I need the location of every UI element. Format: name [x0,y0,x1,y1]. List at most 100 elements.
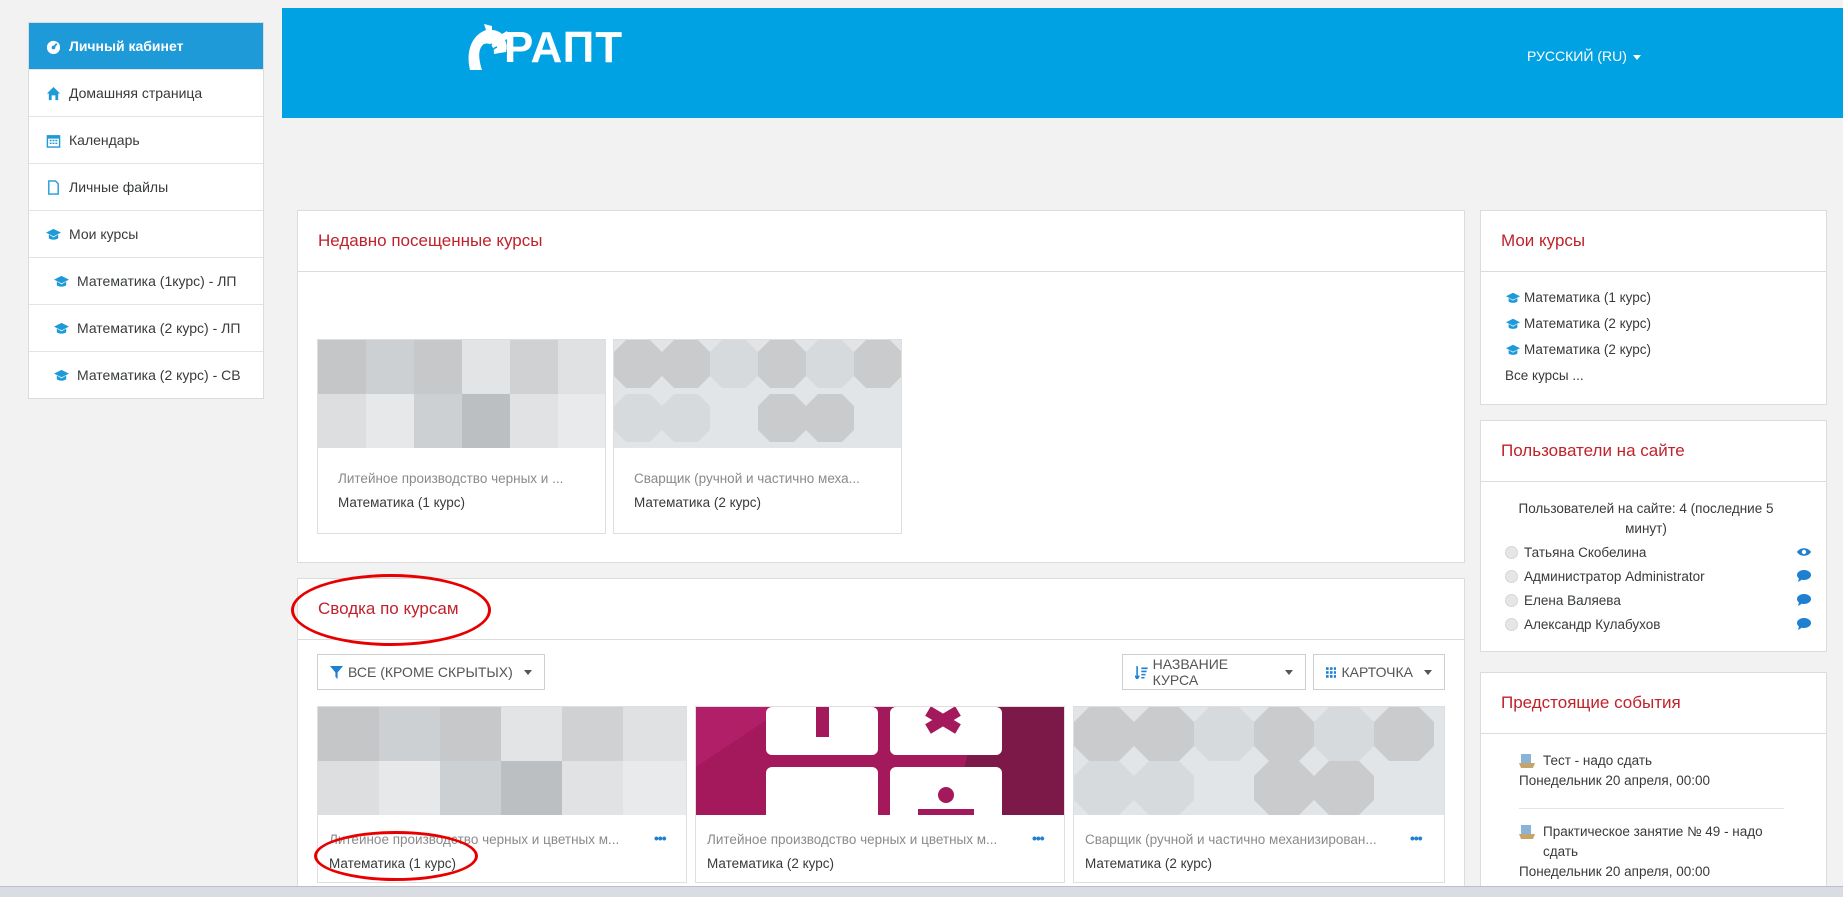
message-icon[interactable] [1797,618,1811,630]
block-title: Недавно посещенные курсы [298,211,1464,272]
dashboard-icon [45,38,61,54]
language-label: РУССКИЙ (RU) [1527,48,1627,64]
block-title: Сводка по курсам [298,579,1464,640]
sort-label: НАЗВАНИЕ КУРСА [1152,656,1229,688]
eye-icon[interactable] [1797,547,1811,557]
event-title[interactable]: Тест - надо сдать [1543,751,1652,771]
avatar [1505,617,1518,631]
chevron-down-icon [1424,669,1432,675]
more-options-icon[interactable]: ••• [1410,830,1423,846]
event-item[interactable]: Практическое занятие № 49 - надо сдать П… [1519,822,1789,882]
chevron-down-icon [1285,669,1293,675]
graduation-cap-icon [1506,318,1520,329]
course-card[interactable]: Литейное производство черных и цветных м… [317,706,687,883]
os-taskbar [0,886,1843,897]
course-link[interactable]: Математика (1 курс) [1524,285,1651,311]
sidebar-item-label: Мои курсы [69,226,139,242]
course-link[interactable]: Математика (2 курс) [1524,311,1651,337]
list-item: Администратор Administrator [1505,564,1811,588]
course-name[interactable]: Математика (1 курс) [329,856,456,871]
course-name[interactable]: Математика (2 курс) [1085,856,1212,871]
course-category: Сварщик (ручной и частично механизирован… [1085,832,1377,847]
file-icon [45,179,61,195]
course-card[interactable]: Сварщик (ручной и частично меха... Матем… [613,339,902,534]
event-title[interactable]: Практическое занятие № 49 - надо сдать [1543,822,1789,862]
course-link[interactable]: Математика (2 курс) [1524,337,1651,363]
sidebar-item-label: Личные файлы [69,179,169,195]
course-category: Литейное производство черных и ... [338,471,564,486]
sidebar-item-course-3[interactable]: Математика (2 курс) - СВ [29,352,263,398]
my-courses-block: Мои курсы Математика (1 курс) Математика… [1480,210,1827,405]
graduation-cap-icon [53,273,69,289]
view-mode-dropdown[interactable]: КАРТОЧКА [1313,654,1445,690]
graduation-cap-icon [45,226,61,242]
block-title: Мои курсы [1481,211,1826,272]
divider [1519,808,1784,809]
sidebar-item-label: Личный кабинет [69,38,184,54]
home-icon [45,85,61,101]
user-name[interactable]: Администратор Administrator [1524,569,1705,584]
list-item[interactable]: Математика (2 курс) [1505,311,1651,337]
course-category: Литейное производство черных и цветных м… [707,832,998,847]
list-item: Александр Кулабухов [1505,612,1811,636]
avatar [1505,545,1518,559]
list-item[interactable]: Математика (1 курс) [1505,285,1651,311]
sidebar-item-dashboard[interactable]: Личный кабинет [29,23,263,70]
course-image [318,340,605,448]
sidebar-item-my-courses[interactable]: Мои курсы [29,211,263,258]
sort-icon [1135,665,1148,679]
course-overview-block: Сводка по курсам ВСЕ (КРОМЕ СКРЫТЫХ) НАЗ… [297,578,1465,897]
grouping-filter-dropdown[interactable]: ВСЕ (КРОМЕ СКРЫТЫХ) [317,654,545,690]
course-name[interactable]: Математика (2 курс) [634,495,761,510]
site-logo[interactable]: РАПТ [464,24,623,72]
user-name[interactable]: Елена Валяева [1524,593,1621,608]
filter-label: ВСЕ (КРОМЕ СКРЫТЫХ) [348,664,513,680]
course-card[interactable]: Литейное производство черных и цветных м… [695,706,1065,883]
course-image [614,340,901,448]
message-icon[interactable] [1797,594,1811,606]
graduation-cap-icon [53,367,69,383]
sort-dropdown[interactable]: НАЗВАНИЕ КУРСА [1122,654,1306,690]
sidebar-item-course-2[interactable]: Математика (2 курс) - ЛП [29,305,263,352]
assignment-icon [1519,754,1535,768]
block-title: Предстоящие события [1481,673,1826,734]
filter-icon [330,665,343,679]
sidebar-item-calendar[interactable]: Календарь [29,117,263,164]
avatar [1505,569,1518,583]
sidebar-item-label: Математика (2 курс) - СВ [77,367,241,383]
sidebar-item-course-1[interactable]: Математика (1курс) - ЛП [29,258,263,305]
sidebar-item-label: Математика (2 курс) - ЛП [77,320,241,336]
course-category: Литейное производство черных и цветных м… [329,832,620,847]
list-item: Елена Валяева [1505,588,1811,612]
online-users-block: Пользователи на сайте Пользователей на с… [1480,420,1827,652]
course-category: Сварщик (ручной и частично меха... [634,471,860,486]
list-item[interactable]: Математика (2 курс) [1505,337,1651,363]
sidebar-item-files[interactable]: Личные файлы [29,164,263,211]
block-title: Пользователи на сайте [1481,421,1826,482]
sidebar-item-home[interactable]: Домашняя страница [29,70,263,117]
sidebar-nav: Личный кабинет Домашняя страница Календа… [28,22,264,399]
event-item[interactable]: Тест - надо сдать Понедельник 20 апреля,… [1519,751,1789,791]
course-card[interactable]: Литейное производство черных и ... Матем… [317,339,606,534]
all-courses-link[interactable]: Все курсы ... [1505,363,1651,389]
language-menu[interactable]: РУССКИЙ (RU) [1527,48,1641,64]
course-card[interactable]: Сварщик (ручной и частично механизирован… [1073,706,1445,883]
course-image [696,707,1064,815]
online-users-summary: Пользователей на сайте: 4 (последние 5 м… [1518,501,1774,536]
sidebar-item-label: Календарь [69,132,140,148]
course-name[interactable]: Математика (1 курс) [338,495,465,510]
chevron-down-icon [1632,54,1641,60]
message-icon[interactable] [1797,570,1811,582]
event-date: Понедельник 20 апреля, 00:00 [1519,864,1711,879]
upcoming-events-block: Предстоящие события Тест - надо сдать По… [1480,672,1827,897]
user-name[interactable]: Татьяна Скобелина [1524,545,1646,560]
course-image [318,707,686,815]
grid-icon [1326,666,1337,678]
course-name[interactable]: Математика (2 курс) [707,856,834,871]
user-name[interactable]: Александр Кулабухов [1524,617,1660,632]
more-options-icon[interactable]: ••• [654,830,667,846]
sidebar-item-label: Домашняя страница [69,85,203,101]
online-users-list: Татьяна Скобелина Администратор Administ… [1505,540,1811,636]
graduation-cap-icon [1506,344,1520,355]
more-options-icon[interactable]: ••• [1032,830,1045,846]
